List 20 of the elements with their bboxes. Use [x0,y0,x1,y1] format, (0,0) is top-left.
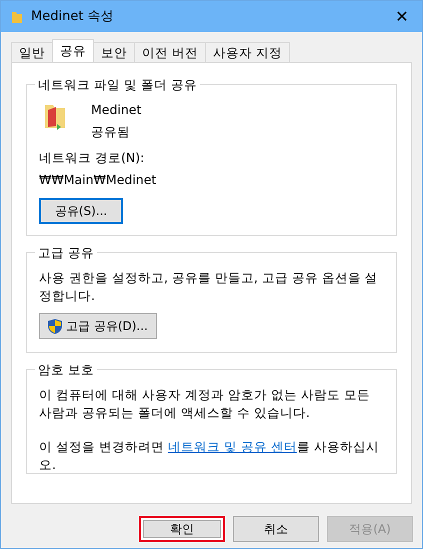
tab[interactable]: 공유 [52,39,94,62]
folder-icon [11,10,23,24]
window-title: Medinet 속성 [31,8,114,26]
ok-button[interactable]: 확인 [139,516,225,542]
advanced-sharing-button[interactable]: 고급 공유(D)... [39,313,157,340]
close-button[interactable]: ✕ [382,4,422,28]
description-text: 이 컴퓨터에 대해 사용자 계정과 암호가 없는 사람도 모든 사람과 공유되는 폴더에 액세스할 수 있습니다. [39,386,371,422]
folder-name: Medinet [91,101,142,119]
network-path-label: 네트워크 경로(N): [39,149,146,168]
cancel-button[interactable]: 취소 [233,516,319,542]
description-text: 사용 권한을 설정하고, 공유를 만들고, 고급 공유 옵션을 설정합니다. [39,269,379,306]
share-status: 공유됨 [91,123,131,142]
instruction-text: 이 설정을 변경하려면 네트워크 및 공유 센터 를 사용하십시오. [39,438,380,474]
network-center-link[interactable]: 네트워크 및 공유 센터 [168,439,297,454]
shield-icon [48,318,62,334]
tab[interactable]: 이전 버전 [134,42,206,62]
tab[interactable]: 일반 [11,42,53,62]
tab[interactable]: 사용자 지정 [204,42,290,62]
share-button[interactable]: 공유(S)... [39,198,123,224]
network-path: ₩₩Main₩Medinet [39,171,158,190]
